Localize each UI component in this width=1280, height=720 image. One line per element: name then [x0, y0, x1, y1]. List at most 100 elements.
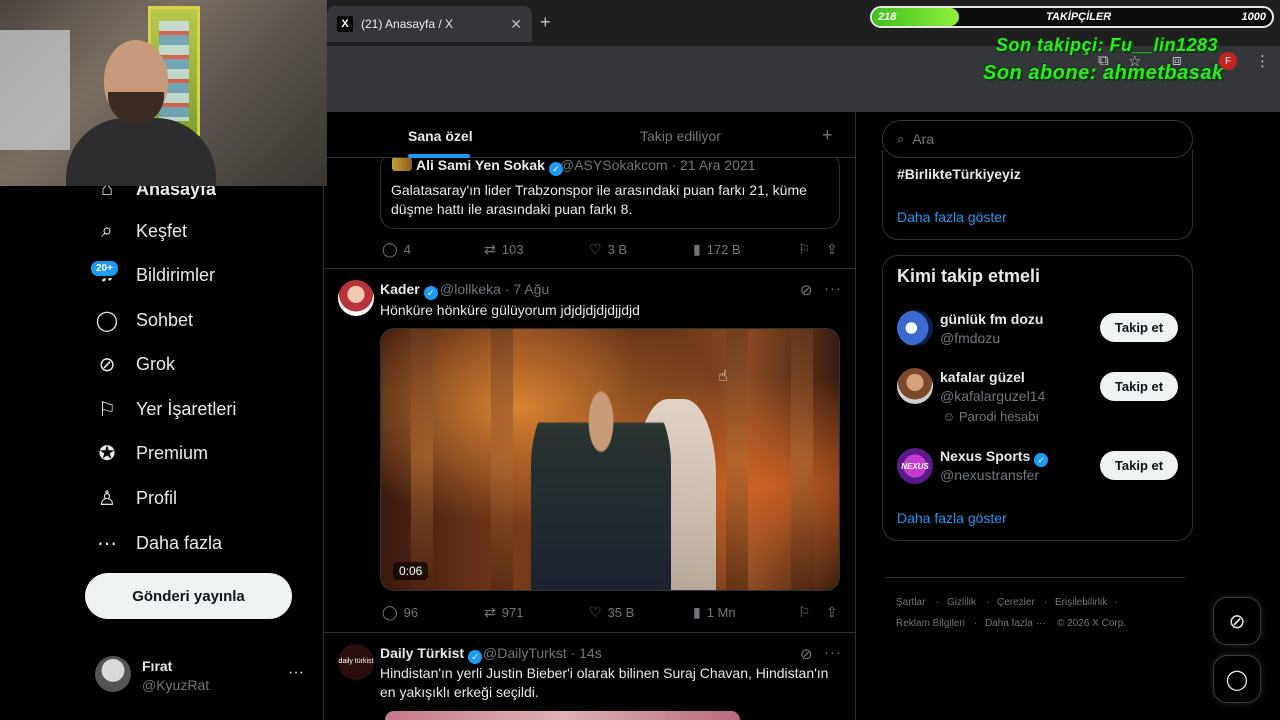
tweet-text: Hindistan'ın yerli Justin Bieber'i olara… [380, 665, 829, 700]
bookmark-icon: ⚐ [98, 398, 116, 421]
chat-icon: ◯ [1225, 668, 1249, 691]
footer-divider [885, 577, 1185, 578]
sidebar-item-profile[interactable]: ♙ Profil [94, 483, 177, 513]
sidebar-item-more[interactable]: ⋯ Daha fazla [94, 528, 222, 558]
follow-button[interactable]: Takip et [1100, 372, 1178, 401]
messages-fab-button[interactable]: ◯ [1213, 655, 1261, 703]
avatar[interactable] [897, 310, 933, 346]
sidebar-item-bookmarks[interactable]: ⚐ Yer İşaretleri [94, 394, 236, 424]
bookmark-icon: ⚐ [798, 604, 811, 620]
sidebar-item-label: Sohbet [136, 309, 194, 330]
share-icon: ⇪ [826, 604, 838, 620]
verified-icon: ✓ [423, 286, 438, 300]
avatar[interactable]: NEXUS [897, 448, 933, 484]
search-icon: ⌕ [101, 219, 113, 242]
profile-icon: ♙ [98, 487, 116, 510]
views-icon: ▮ [693, 241, 701, 257]
search-input[interactable]: ⌕ Ara [882, 120, 1193, 158]
who-to-follow-title: Kimi takip etmeli [897, 266, 1041, 286]
sidebar-item-premium[interactable]: ✪ Premium [94, 438, 208, 468]
bookmark-icon: ⚐ [798, 241, 811, 257]
sidebar-item-chat[interactable]: ◯ Sohbet [94, 305, 193, 335]
grok-icon: ⊘ [1228, 610, 1246, 633]
grok-icon[interactable]: ⊘ [800, 645, 813, 663]
tweet-author-name[interactable]: Kader ✓ [380, 281, 438, 300]
reply-button[interactable]: ◯ 4 [382, 241, 411, 258]
footer-link[interactable]: Reklam Bilgileri [896, 618, 965, 629]
tweet-text: Hönküre hönküre gülüyorum jdjdjdjdjdjjdj… [380, 302, 640, 318]
trend-item[interactable]: #BirlikteTürkiyeyiz [897, 166, 1021, 182]
suggestion-name[interactable]: Nexus Sports ✓ [940, 448, 1049, 467]
new-tab-button[interactable]: + [540, 12, 551, 33]
sidebar-item-label: Bildirimler [136, 264, 216, 285]
quoted-meta: @ASYSokakcom · 21 Ara 2021 [560, 157, 756, 173]
tweet-author-name[interactable]: Daily Türkist ✓ [380, 645, 483, 664]
share-button[interactable]: ⇪ [826, 604, 838, 621]
more-icon[interactable]: ··· [824, 644, 842, 661]
tweet-video[interactable]: 0:06 [380, 328, 840, 591]
repost-button[interactable]: ⇄ 103 [484, 241, 523, 258]
repost-button[interactable]: ⇄ 971 [484, 604, 523, 621]
add-tab-button[interactable]: + [822, 125, 833, 146]
mask-icon: ☺ [942, 409, 959, 424]
sidebar-item-label: Yer İşaretleri [136, 398, 237, 419]
avatar[interactable]: daily türkist [338, 644, 374, 680]
footer-link[interactable]: Gizlilik [947, 597, 976, 608]
sidebar-item-grok[interactable]: ⊘ Grok [94, 349, 175, 379]
suggestion-name[interactable]: günlük fm dozu [940, 311, 1043, 327]
show-more-link[interactable]: Daha fazla göster [897, 510, 1007, 526]
follow-button[interactable]: Takip et [1100, 313, 1178, 342]
more-icon[interactable]: ··· [824, 280, 842, 297]
like-button[interactable]: ♡ 3 B [589, 241, 627, 258]
suggestion-handle: @fmdozu [940, 330, 1001, 346]
post-button[interactable]: Gönderi yayınla [85, 573, 292, 619]
footer-link[interactable]: Erişilebilirlik [1055, 597, 1107, 608]
show-more-link[interactable]: Daha fazla göster [897, 209, 1007, 225]
footer-separator: · [1114, 597, 1118, 608]
active-tab-indicator [408, 154, 470, 158]
heart-icon: ♡ [589, 604, 602, 620]
sidebar-item-label: Premium [136, 442, 209, 463]
tweet-divider [324, 268, 855, 269]
repost-icon: ⇄ [484, 241, 496, 257]
follower-goal: 1000 [1241, 11, 1266, 23]
views-button[interactable]: ▮ 1 Mn [693, 604, 736, 621]
reply-button[interactable]: ◯ 96 [382, 604, 418, 621]
browser-tab[interactable]: X (21) Anasayfa / X ✕ [327, 6, 532, 42]
sidebar-item-label: Keşfet [136, 220, 188, 241]
views-button[interactable]: ▮ 172 B [693, 241, 741, 258]
footer-link[interactable]: Şartlar [896, 597, 925, 608]
avatar[interactable] [897, 368, 933, 404]
bookmark-button[interactable]: ⚐ [798, 241, 811, 258]
tab-following[interactable]: Takip ediliyor [640, 128, 721, 144]
avatar[interactable] [338, 280, 374, 316]
follow-button[interactable]: Takip et [1100, 451, 1178, 480]
account-menu-button[interactable]: ··· [288, 664, 304, 682]
notification-badge: 20+ [89, 259, 120, 278]
x-logo-icon: X [337, 16, 353, 32]
avatar[interactable] [95, 656, 131, 692]
share-button[interactable]: ⇪ [826, 241, 838, 258]
feed-tabs [324, 112, 855, 158]
tab-for-you[interactable]: Sana özel [408, 128, 473, 144]
sidebar-item-explore[interactable]: ⌕ Keşfet [94, 216, 187, 246]
sidebar-item-label: Profil [136, 487, 178, 508]
suggestion-handle: @kafalarguzel14 [940, 388, 1046, 404]
verified-icon: ✓ [1034, 453, 1049, 467]
bookmark-button[interactable]: ⚐ [798, 604, 811, 621]
grok-fab-button[interactable]: ⊘ [1213, 597, 1261, 645]
like-button[interactable]: ♡ 35 B [589, 604, 634, 621]
footer-link[interactable]: Çerezler [997, 597, 1035, 608]
browser-menu-icon[interactable]: ⋮ [1255, 52, 1270, 70]
repost-icon: ⇄ [484, 604, 496, 620]
footer-link[interactable]: Daha fazla ··· [985, 618, 1046, 629]
grok-icon[interactable]: ⊘ [800, 281, 813, 299]
suggestion-name[interactable]: kafalar güzel [940, 369, 1025, 385]
webcam-overlay [0, 0, 327, 186]
video-duration: 0:06 [393, 562, 429, 580]
footer-separator: · [986, 597, 990, 608]
follower-current: 218 [878, 11, 897, 23]
quoted-text: Galatasaray'ın lider Trabzonspor ile ara… [391, 182, 807, 217]
close-tab-icon[interactable]: ✕ [510, 16, 522, 33]
tweet-image[interactable] [385, 711, 740, 720]
